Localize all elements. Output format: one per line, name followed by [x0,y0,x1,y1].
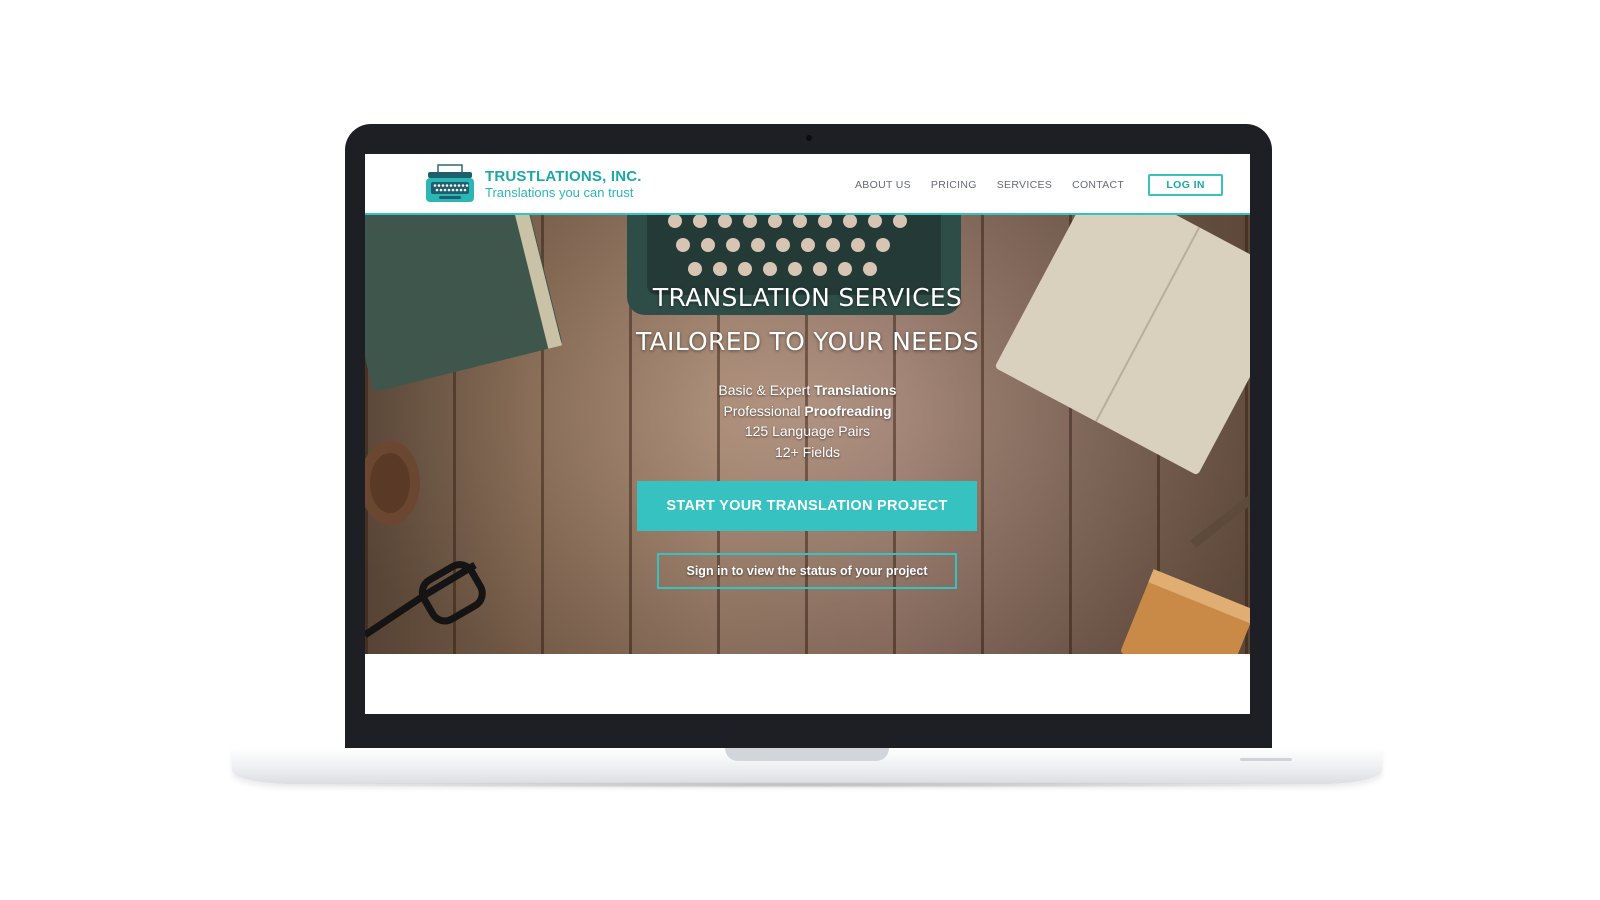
login-button[interactable]: LOG IN [1148,174,1224,196]
nav-contact[interactable]: CONTACT [1072,179,1124,191]
feature-item: 125 Language Pairs [744,423,871,439]
brand-tagline: Translations you can trust [485,185,634,200]
feature-item: Professional Proofreading [723,402,892,419]
nav-about-us[interactable]: ABOUT US [855,179,911,191]
nav-services[interactable]: SERVICES [997,179,1052,191]
feature-item: 12+ Fields [775,443,840,460]
typewriter-icon [426,164,474,202]
laptop-notch [725,748,889,761]
laptop-screen: TRUSTLATIONS, INC. Translations you can … [365,154,1250,714]
content-area [365,654,1250,714]
hero-content: TRANSLATION SERVICES TAILORED TO YOUR NE… [365,215,1250,654]
site-header: TRUSTLATIONS, INC. Translations you can … [365,154,1250,215]
sign-in-status-button[interactable]: Sign in to view the status of your proje… [657,553,957,589]
main-nav: ABOUT US PRICING SERVICES CONTACT LOG IN [855,174,1224,196]
nav-pricing[interactable]: PRICING [931,179,977,191]
logo[interactable]: TRUSTLATIONS, INC. Translations you can … [425,164,642,204]
hero-title-line-1: TRANSLATION SERVICES [652,283,963,312]
laptop-mockup: TRUSTLATIONS, INC. Translations you can … [345,124,1272,751]
laptop-shadow [250,782,1365,788]
feature-list: Basic & Expert Translations Professional… [365,380,1250,462]
hero-section: TRANSLATION SERVICES TAILORED TO YOUR NE… [365,215,1250,654]
brand-name: TRUSTLATIONS, INC. [485,168,642,185]
laptop-slot [1240,758,1292,761]
laptop-base [232,748,1382,784]
feature-item: Basic & Expert Translations [718,382,897,398]
hero-title-line-2: TAILORED TO YOUR NEEDS [636,327,979,356]
start-project-button[interactable]: START YOUR TRANSLATION PROJECT [637,481,977,531]
camera-dot [806,135,812,141]
